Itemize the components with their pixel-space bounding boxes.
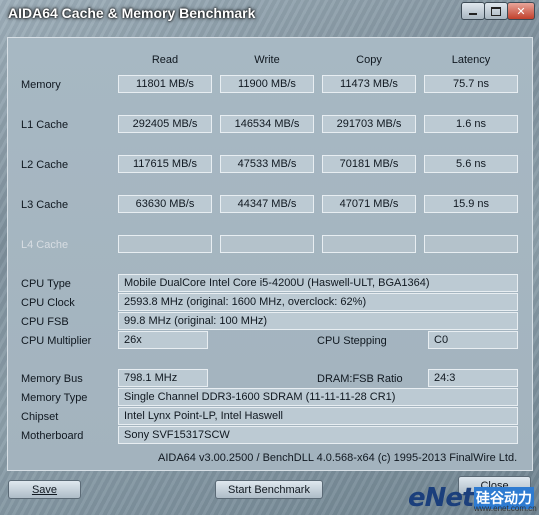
start-benchmark-button-label: Start Benchmark xyxy=(228,483,310,496)
maximize-icon xyxy=(491,6,501,16)
window-title: AIDA64 Cache & Memory Benchmark xyxy=(8,5,256,21)
chipset-label: Chipset xyxy=(21,411,59,423)
l3-read-value: 63630 MB/s xyxy=(118,195,212,213)
row-label-l4-cache: L4 Cache xyxy=(21,239,69,251)
l2-latency-value: 5.6 ns xyxy=(424,155,518,173)
save-button-label: Save xyxy=(31,483,58,496)
watermark-brand: eNet xyxy=(408,483,474,513)
memory-read-value: 11801 MB/s xyxy=(118,75,212,93)
version-footer: AIDA64 v3.00.2500 / BenchDLL 4.0.568-x64… xyxy=(158,452,518,464)
l4-copy-value xyxy=(322,235,416,253)
minimize-button[interactable] xyxy=(461,2,485,20)
row-label-l3-cache: L3 Cache xyxy=(21,199,69,211)
memory-bus-value: 798.1 MHz xyxy=(118,369,208,387)
minimize-icon xyxy=(469,13,477,15)
l4-latency-value xyxy=(424,235,518,253)
benchmark-window: AIDA64 Cache & Memory Benchmark ✕ Read W… xyxy=(0,0,539,515)
l3-latency-value: 15.9 ns xyxy=(424,195,518,213)
column-header-write: Write xyxy=(254,54,280,66)
motherboard-value: Sony SVF15317SCW xyxy=(118,426,518,444)
close-icon: ✕ xyxy=(516,5,526,18)
column-header-copy: Copy xyxy=(356,54,382,66)
cpu-clock-value: 2593.8 MHz (original: 1600 MHz, overcloc… xyxy=(118,293,518,311)
column-header-read: Read xyxy=(151,54,179,66)
memory-type-label: Memory Type xyxy=(21,392,88,404)
cpu-stepping-value: C0 xyxy=(428,331,518,349)
memory-type-value: Single Channel DDR3-1600 SDRAM (11-11-11… xyxy=(118,388,518,406)
cpu-fsb-label: CPU FSB xyxy=(21,316,69,328)
l1-latency-value: 1.6 ns xyxy=(424,115,518,133)
memory-copy-value: 11473 MB/s xyxy=(322,75,416,93)
memory-latency-value: 75.7 ns xyxy=(424,75,518,93)
l4-write-value xyxy=(220,235,314,253)
motherboard-label: Motherboard xyxy=(21,430,84,442)
memory-bus-label: Memory Bus xyxy=(21,373,83,385)
l3-write-value: 44347 MB/s xyxy=(220,195,314,213)
cpu-type-label: CPU Type xyxy=(21,278,71,290)
row-label-l2-cache: L2 Cache xyxy=(21,159,69,171)
row-label-memory: Memory xyxy=(21,79,61,91)
start-benchmark-button[interactable]: Start Benchmark xyxy=(215,480,323,499)
watermark-url: www.enet.com.cn xyxy=(474,504,537,513)
l4-read-value xyxy=(118,235,212,253)
cpu-multiplier-label: CPU Multiplier xyxy=(21,335,92,347)
cpu-fsb-value: 99.8 MHz (original: 100 MHz) xyxy=(118,312,518,330)
chipset-value: Intel Lynx Point-LP, Intel Haswell xyxy=(118,407,518,425)
cpu-type-value: Mobile DualCore Intel Core i5-4200U (Has… xyxy=(118,274,518,292)
maximize-button[interactable] xyxy=(484,2,508,20)
cpu-clock-label: CPU Clock xyxy=(21,297,75,309)
title-bar[interactable]: AIDA64 Cache & Memory Benchmark ✕ xyxy=(0,0,539,30)
column-header-latency: Latency xyxy=(451,54,491,66)
cpu-multiplier-value: 26x xyxy=(118,331,208,349)
memory-write-value: 11900 MB/s xyxy=(220,75,314,93)
l3-copy-value: 47071 MB/s xyxy=(322,195,416,213)
results-panel: Read Write Copy Latency Memory 11801 MB/… xyxy=(7,37,533,471)
row-label-l1-cache: L1 Cache xyxy=(21,119,69,131)
l2-copy-value: 70181 MB/s xyxy=(322,155,416,173)
save-button[interactable]: Save xyxy=(8,480,81,499)
dram-fsb-label: DRAM:FSB Ratio xyxy=(317,373,403,385)
l1-copy-value: 291703 MB/s xyxy=(322,115,416,133)
l1-write-value: 146534 MB/s xyxy=(220,115,314,133)
dram-fsb-value: 24:3 xyxy=(428,369,518,387)
l2-read-value: 117615 MB/s xyxy=(118,155,212,173)
close-window-button[interactable]: ✕ xyxy=(507,2,535,20)
l2-write-value: 47533 MB/s xyxy=(220,155,314,173)
l1-read-value: 292405 MB/s xyxy=(118,115,212,133)
cpu-stepping-label: CPU Stepping xyxy=(317,335,387,347)
enet-watermark: eNet 硅谷动力 www.enet.com.cn xyxy=(408,483,538,513)
